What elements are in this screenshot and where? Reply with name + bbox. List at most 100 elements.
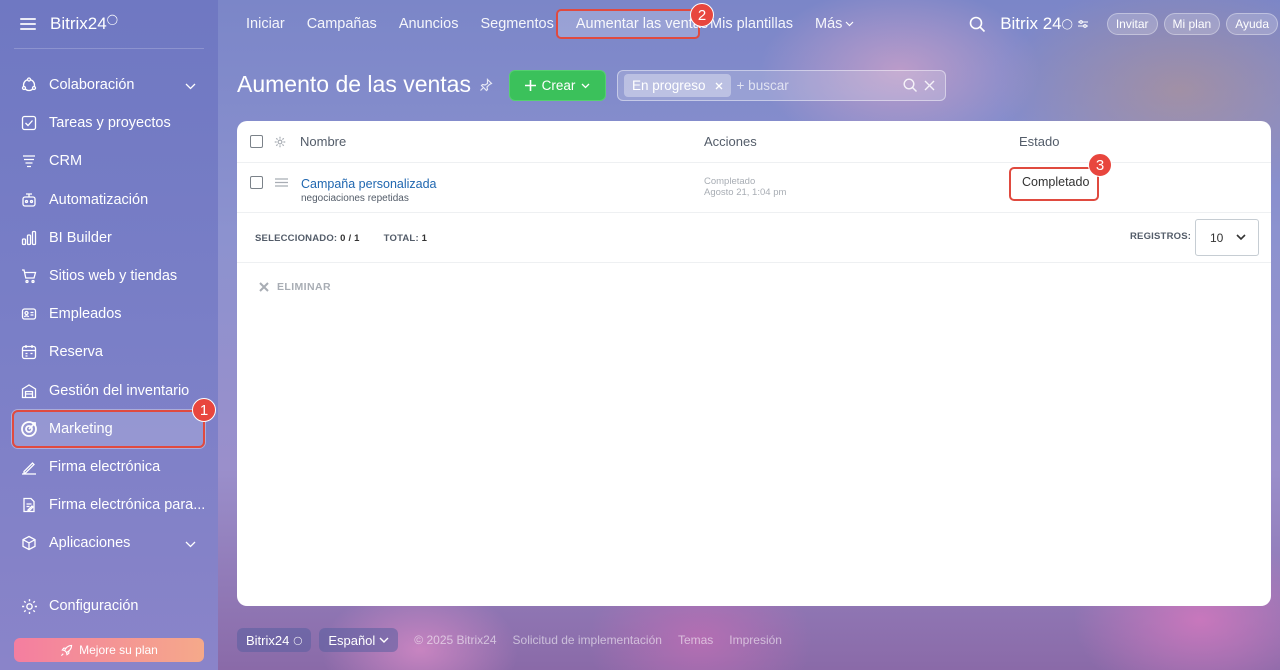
sidebar-item-label: Reserva — [49, 344, 103, 361]
row-name-cell: Campaña personalizada negociaciones repe… — [301, 177, 437, 204]
records-value: 10 — [1210, 230, 1224, 245]
sidebar-header: Bitrix24◯ — [0, 0, 218, 48]
sidebar-item-sitios-web[interactable]: Sitios web y tiendas — [0, 257, 218, 295]
annotation-badge-2: 2 — [690, 3, 714, 27]
page-footer: Bitrix24 ◯ Español © 2025 Bitrix24 Solici… — [237, 628, 782, 652]
footer-copyright: © 2025 Bitrix24 — [414, 633, 497, 647]
footer-divider — [237, 262, 1271, 263]
page-title: Aumento de las ventas — [237, 71, 493, 98]
sidebar-item-reserva[interactable]: Reserva — [0, 333, 218, 371]
tab-aumentar-las-ventas[interactable]: Aumentar las ventas — [565, 16, 708, 32]
chevron-down-icon — [379, 637, 389, 643]
crm-icon — [20, 152, 38, 170]
action-date: Agosto 21, 1:04 pm — [704, 187, 787, 198]
tab-iniciar[interactable]: Iniciar — [218, 16, 296, 32]
row-actions-cell: Completado Agosto 21, 1:04 pm — [704, 176, 786, 198]
upgrade-plan-button[interactable]: Mejore su plan — [14, 638, 204, 662]
sidebar-item-bi-builder[interactable]: BI Builder — [0, 219, 218, 257]
sidebar-item-configuracion[interactable]: Configuración — [20, 597, 138, 615]
pin-icon[interactable] — [479, 77, 493, 92]
sidebar-item-crm[interactable]: CRM — [0, 142, 218, 180]
language-label: Español — [328, 632, 376, 648]
delete-button[interactable]: ELIMINAR — [259, 281, 331, 293]
search-input[interactable]: + buscar — [737, 78, 903, 93]
content-card: Nombre Acciones Estado Campaña personali… — [237, 121, 1271, 606]
table-summary: SELECCIONADO: 0 / 1 TOTAL: 1 — [255, 233, 427, 244]
create-button[interactable]: Crear — [509, 70, 606, 101]
header-checkbox-cell — [250, 121, 286, 162]
filter-bar[interactable]: En progreso + buscar — [617, 70, 946, 101]
help-button[interactable]: Ayuda — [1226, 13, 1278, 35]
tab-mis-plantillas[interactable]: Mis plantillas — [708, 16, 804, 32]
bi-builder-icon — [20, 229, 38, 247]
row-checkbox[interactable] — [250, 176, 263, 189]
tab-mas[interactable]: Más — [804, 16, 865, 32]
chevron-down-icon — [845, 21, 854, 27]
footer-link-print[interactable]: Impresión — [729, 633, 782, 647]
footer-link-implementation[interactable]: Solicitud de implementación — [513, 633, 662, 647]
sidebar-item-label: Aplicaciones — [49, 535, 131, 552]
top-right-toolbar: Bitrix 24 ◯ Invitar Mi plan Ayuda — [969, 0, 1280, 48]
drag-handle-icon[interactable] — [275, 178, 288, 187]
campaign-link[interactable]: Campaña personalizada — [301, 177, 437, 191]
column-header-estado[interactable]: Estado — [1019, 121, 1059, 162]
sidebar-item-firma-electronica-para[interactable]: Firma electrónica para... — [0, 486, 218, 524]
sidebar-item-automatizacion[interactable]: Automatización — [0, 181, 218, 219]
sidebar-item-aplicaciones[interactable]: Aplicaciones — [0, 524, 218, 562]
action-status: Completado — [704, 176, 756, 187]
selected-count: SELECCIONADO: 0 / 1 — [255, 233, 360, 244]
language-select[interactable]: Español — [319, 628, 399, 652]
header-divider — [237, 162, 1271, 163]
tab-segmentos[interactable]: Segmentos — [469, 16, 564, 32]
close-icon — [259, 282, 269, 292]
search-icon[interactable] — [969, 16, 986, 33]
chevron-down-icon — [185, 536, 196, 552]
column-header-nombre[interactable]: Nombre — [300, 121, 346, 162]
sidebar-item-tareas[interactable]: Tareas y proyectos — [0, 104, 218, 142]
close-icon[interactable] — [924, 80, 935, 91]
delete-label: ELIMINAR — [277, 281, 331, 293]
close-icon[interactable] — [715, 82, 723, 90]
create-label: Crear — [541, 78, 576, 93]
select-all-checkbox[interactable] — [250, 135, 263, 148]
footer-logo[interactable]: Bitrix24 ◯ — [237, 628, 312, 652]
filter-chip-label: En progreso — [632, 78, 706, 93]
sidebar-item-label: Gestión del inventario — [49, 382, 190, 399]
tab-anuncios[interactable]: Anuncios — [388, 16, 470, 32]
settings-sliders-icon — [1077, 20, 1088, 28]
my-plan-button[interactable]: Mi plan — [1163, 13, 1221, 35]
top-logo[interactable]: Bitrix 24 ◯ — [1000, 14, 1089, 34]
search-icon[interactable] — [903, 78, 918, 93]
inventory-icon — [20, 382, 38, 400]
menu-icon[interactable] — [20, 18, 36, 30]
top-logo-text: Bitrix 24 — [1000, 14, 1062, 33]
invite-button[interactable]: Invitar — [1106, 13, 1158, 35]
records-per-page-select[interactable]: 10 — [1195, 219, 1259, 256]
sidebar-item-colaboracion[interactable]: Colaboración — [0, 66, 218, 104]
sidebar-menu: Colaboración Tareas y proyectos CRM Auto… — [0, 66, 218, 562]
plus-icon — [524, 80, 536, 91]
row-divider — [237, 212, 1271, 213]
logo[interactable]: Bitrix24◯ — [50, 14, 118, 34]
sidebar-item-label: Firma electrónica para... — [49, 497, 206, 514]
filter-chip[interactable]: En progreso — [624, 74, 731, 97]
sidebar-item-firma-electronica[interactable]: Firma electrónica — [0, 448, 218, 486]
sidebar-item-empleados[interactable]: Empleados — [0, 295, 218, 333]
annotation-badge-1: 1 — [192, 398, 216, 422]
footer-link-themes[interactable]: Temas — [678, 633, 713, 647]
status-badge[interactable]: Completado — [1009, 167, 1099, 201]
tab-mas-label: Más — [815, 16, 843, 32]
records-label: REGISTROS: — [1130, 231, 1192, 242]
sidebar-item-label: CRM — [49, 153, 83, 170]
tab-campanas[interactable]: Campañas — [296, 16, 388, 32]
page-title-text: Aumento de las ventas — [237, 71, 471, 97]
sidebar-item-label: Colaboración — [49, 77, 135, 94]
collaboration-icon — [20, 76, 38, 94]
marketing-highlight — [12, 410, 205, 448]
signature-icon — [20, 458, 38, 476]
column-header-acciones[interactable]: Acciones — [704, 121, 757, 162]
sidebar-item-label: Automatización — [49, 191, 149, 208]
tasks-icon — [20, 114, 38, 132]
gear-icon[interactable] — [274, 136, 286, 148]
sidebar-item-inventario[interactable]: Gestión del inventario — [0, 372, 218, 410]
